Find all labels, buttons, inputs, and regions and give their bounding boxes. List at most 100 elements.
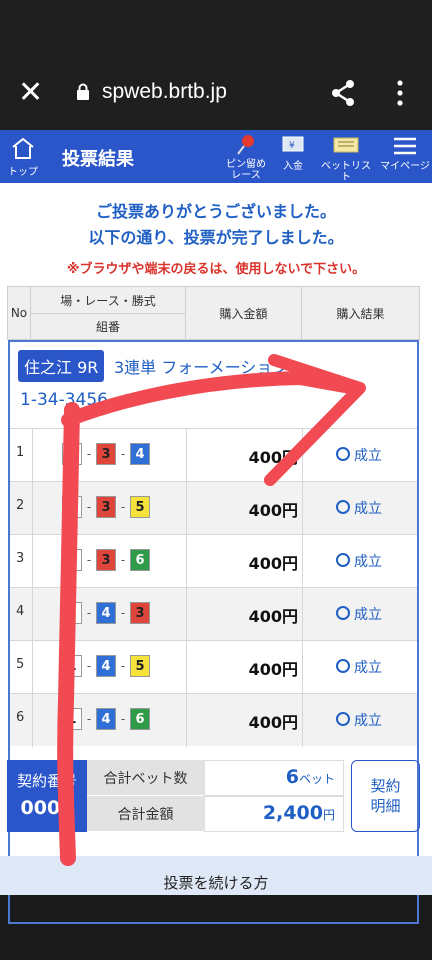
page-title: 投票結果 — [62, 149, 134, 170]
nav-item-label: マイページ — [380, 161, 430, 172]
row-amount: 400円 — [248, 448, 298, 467]
combo-numbers: 1-4-6 — [62, 708, 150, 730]
combo-numbers: 1-3-5 — [62, 496, 150, 518]
boat-number-second: 3 — [96, 496, 116, 518]
row-amount: 400円 — [248, 607, 298, 626]
header-no: No — [10, 306, 28, 320]
combo-numbers: 1-3-4 — [62, 443, 150, 465]
boat-number-first: 1 — [62, 443, 82, 465]
table-row: 4 1-4-3 400円 成立 — [10, 587, 417, 641]
boat-number-first: 1 — [62, 496, 82, 518]
share-icon[interactable] — [330, 79, 356, 107]
bet-combination: 1-34-3456 — [20, 390, 108, 410]
boat-number-second: 4 — [96, 708, 116, 730]
table-header: No 場・レース・勝式 組番 購入金額 購入結果 — [7, 286, 420, 340]
success-circle-icon — [336, 447, 350, 461]
close-icon[interactable]: ✕ — [18, 78, 43, 108]
header-result: 購入結果 — [336, 306, 385, 321]
total-amount-label: 合計金額 — [87, 796, 204, 832]
row-number: 2 — [16, 498, 25, 513]
row-number: 4 — [16, 604, 25, 619]
row-result-label: 成立 — [354, 607, 382, 623]
contract-detail-button[interactable]: 契約 明細 — [351, 760, 420, 832]
contract-number-label: 契約番号 — [16, 772, 77, 790]
nav-item-label: レース — [231, 170, 261, 181]
success-circle-icon — [336, 606, 350, 620]
nav-item-mypage[interactable]: マイページ — [380, 134, 430, 172]
row-result: 成立 — [336, 604, 382, 624]
completion-line1: ご投票ありがとうございました。 — [95, 202, 336, 221]
row-result: 成立 — [336, 551, 382, 571]
completion-message: ご投票ありがとうございました。 以下の通り、投票が完了しました。 — [0, 199, 432, 251]
main-content: ご投票ありがとうございました。 以下の通り、投票が完了しました。 ※ブラウザや端… — [0, 183, 432, 924]
pin-icon — [237, 135, 254, 155]
row-number: 5 — [16, 657, 25, 672]
boat-number-first: 1 — [62, 708, 82, 730]
table-row: 5 1-4-5 400円 成立 — [10, 640, 417, 694]
url-bar[interactable]: spweb.brtb.jp — [102, 80, 227, 104]
bet-count-value: 6ベット — [204, 760, 344, 796]
row-amount: 400円 — [248, 713, 298, 732]
total-amount-value: 2,400円 — [204, 796, 344, 832]
table-row: 2 1-3-5 400円 成立 — [10, 481, 417, 535]
nav-home-label: トップ — [8, 167, 38, 178]
row-amount: 400円 — [248, 501, 298, 520]
boat-number-third: 6 — [130, 708, 150, 730]
nav-item-betlist[interactable]: ベットリスト — [318, 134, 374, 183]
contract-detail-line2: 明細 — [370, 797, 401, 815]
nav-home-button[interactable]: トップ — [6, 136, 40, 178]
bet-result-table: 住之江 9R 3連単 フォーメーション 1-34-3456 1 1-3-4 400円… — [8, 340, 419, 924]
header-amount: 購入金額 — [219, 306, 268, 321]
more-vert-icon[interactable] — [392, 80, 408, 106]
lock-icon — [77, 83, 89, 100]
success-circle-icon — [336, 712, 350, 726]
boat-number-second: 3 — [96, 443, 116, 465]
app-header: トップ 投票結果 ピン留め レース ¥ 入金 ベットリスト マイページ — [0, 130, 432, 183]
row-number: 1 — [16, 445, 25, 460]
boat-number-third: 6 — [130, 549, 150, 571]
combo-numbers: 1-3-6 — [62, 549, 150, 571]
row-amount: 400円 — [248, 660, 298, 679]
nav-item-deposit[interactable]: ¥ 入金 — [276, 134, 310, 172]
success-circle-icon — [336, 500, 350, 514]
bet-count-unit: ベット — [298, 772, 335, 786]
browser-toolbar: ✕ spweb.brtb.jp — [0, 0, 432, 130]
success-circle-icon — [336, 553, 350, 567]
boat-number-first: 1 — [62, 602, 82, 624]
row-result-label: 成立 — [354, 554, 382, 570]
venue-badge: 住之江 9R — [18, 350, 105, 382]
boat-number-second: 3 — [96, 549, 116, 571]
boat-number-first: 1 — [62, 549, 82, 571]
bet-count-label: 合計ベット数 — [87, 760, 204, 796]
boat-number-third: 5 — [130, 496, 150, 518]
row-number: 3 — [16, 551, 25, 566]
row-result: 成立 — [336, 445, 382, 465]
nav-item-label: ベットリスト — [321, 161, 371, 183]
row-result: 成立 — [336, 498, 382, 518]
table-row: 6 1-4-6 400円 成立 — [10, 693, 417, 747]
boat-number-second: 4 — [96, 602, 116, 624]
hamburger-icon — [394, 137, 416, 155]
row-result: 成立 — [336, 710, 382, 730]
boat-number-first: 1 — [62, 655, 82, 677]
header-combo: 組番 — [95, 320, 120, 334]
warning-message: ※ブラウザや端末の戻るは、使用しないで下さい。 — [66, 262, 366, 277]
boat-number-third: 4 — [130, 443, 150, 465]
nav-item-pin-race[interactable]: ピン留め レース — [222, 134, 270, 181]
contract-number-value: 0003 — [20, 797, 74, 819]
bet-count-number: 6 — [285, 766, 299, 788]
row-number: 6 — [16, 710, 25, 725]
row-result-label: 成立 — [354, 448, 382, 464]
continue-voting-bar[interactable]: 投票を続ける方 — [0, 856, 432, 895]
table-row: 1 1-3-4 400円 成立 — [10, 428, 417, 482]
boat-number-third: 5 — [130, 655, 150, 677]
continue-voting-label: 投票を続ける方 — [163, 874, 269, 892]
nav-item-label: ピン留め — [226, 159, 266, 170]
header-race: 場・レース・勝式 — [60, 293, 156, 308]
combo-numbers: 1-4-5 — [62, 655, 150, 677]
success-circle-icon — [336, 659, 350, 673]
boat-number-third: 3 — [130, 602, 150, 624]
row-result-label: 成立 — [354, 660, 382, 676]
deposit-icon: ¥ — [282, 136, 304, 152]
contract-detail-line1: 契約 — [370, 777, 401, 795]
